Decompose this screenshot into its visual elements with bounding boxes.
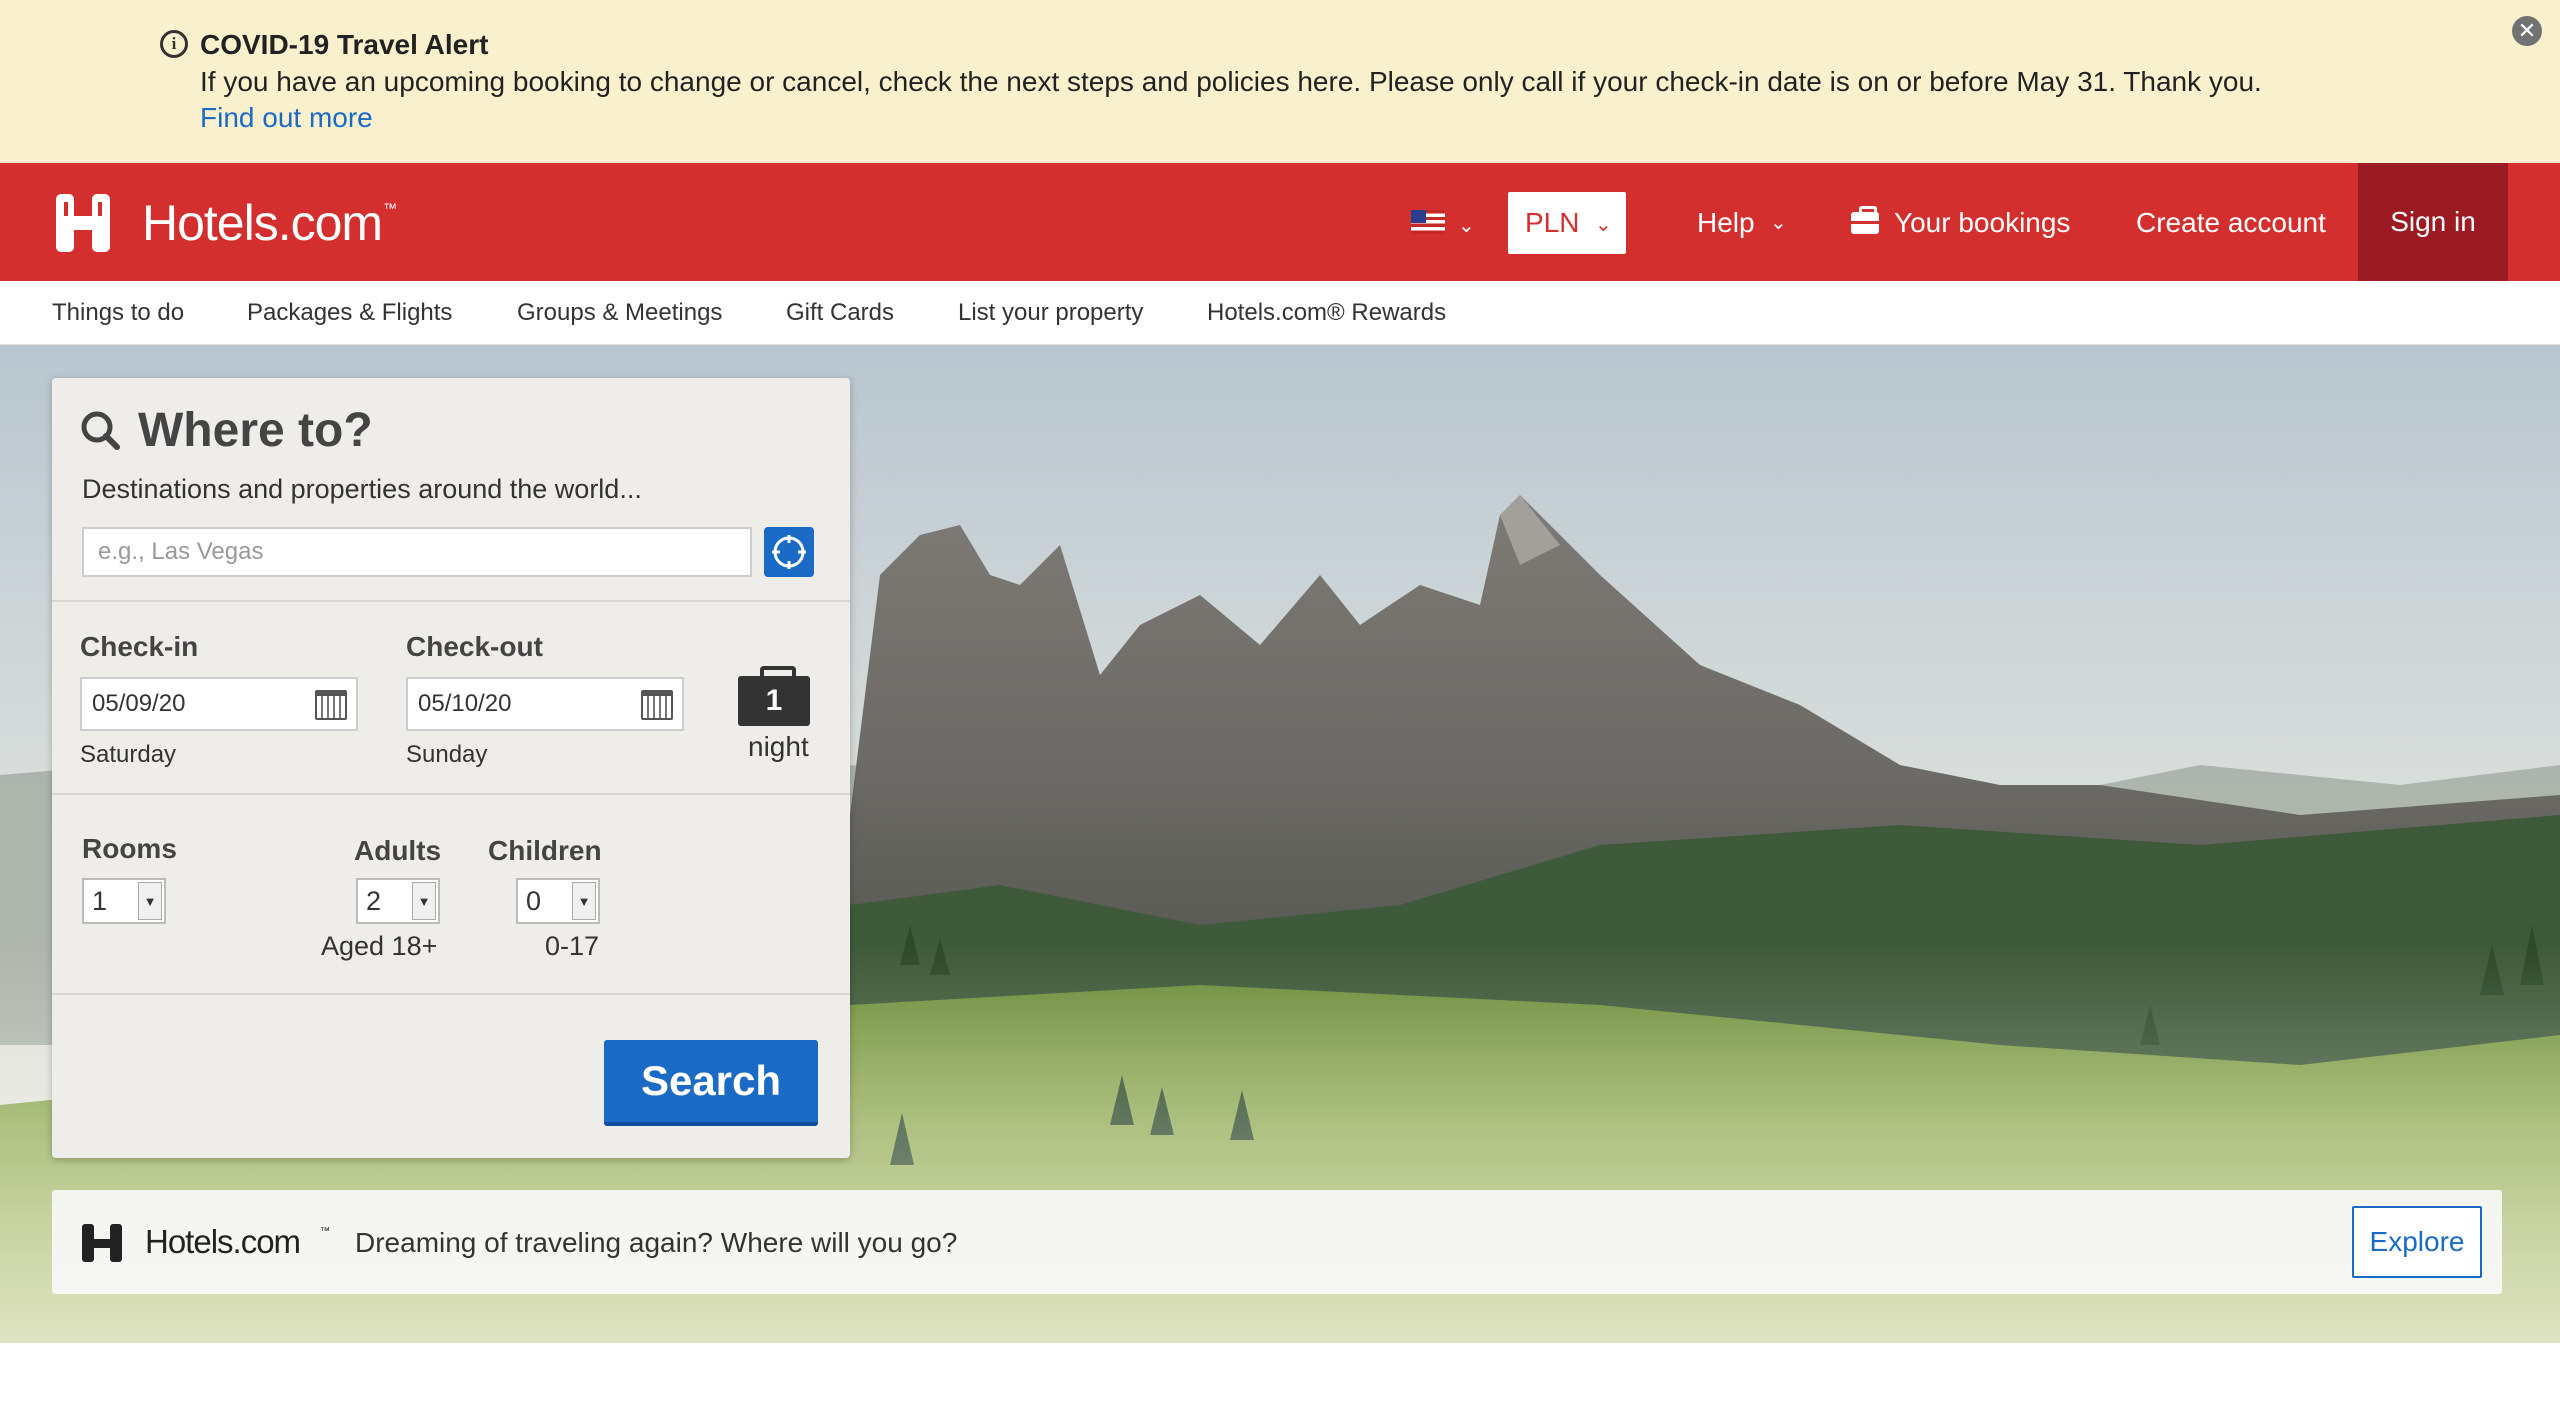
- briefcase-icon[interactable]: [1851, 206, 1879, 234]
- promo-logo-trademark: ™: [320, 1226, 330, 1237]
- explore-button[interactable]: Explore: [2352, 1206, 2482, 1278]
- page-root: i COVID-19 Travel Alert If you have an u…: [0, 0, 2560, 1406]
- checkin-value: 05/09/20: [92, 690, 186, 717]
- currency-selector[interactable]: PLN ⌄: [1508, 192, 1626, 254]
- adults-value: 2: [366, 885, 382, 916]
- children-note: 0-17: [545, 931, 600, 961]
- adults-select[interactable]: 2 ▼: [356, 878, 440, 924]
- panel-divider: [52, 993, 850, 995]
- currency-label: PLN: [1525, 207, 1580, 238]
- us-flag-icon[interactable]: [1411, 210, 1445, 234]
- search-button[interactable]: Search: [604, 1040, 818, 1126]
- checkout-day: Sunday: [406, 741, 488, 768]
- info-icon: i: [160, 30, 188, 58]
- nav-list-property[interactable]: List your property: [958, 299, 1143, 327]
- covid-alert-banner: i COVID-19 Travel Alert If you have an u…: [0, 0, 2560, 163]
- nav-packages-flights[interactable]: Packages & Flights: [247, 299, 452, 327]
- chevron-down-icon[interactable]: ▼: [412, 882, 436, 920]
- adults-note: Aged 18+: [321, 931, 438, 961]
- chevron-down-icon[interactable]: ⌄: [1770, 210, 1787, 235]
- locate-icon[interactable]: [764, 527, 814, 577]
- checkout-value: 05/10/20: [418, 690, 512, 717]
- close-icon[interactable]: ✕: [2512, 16, 2542, 46]
- chevron-down-icon[interactable]: ▼: [138, 882, 162, 920]
- nights-count: 1: [765, 684, 783, 717]
- chevron-down-icon: ⌄: [1595, 214, 1612, 236]
- destination-input[interactable]: [82, 527, 752, 577]
- calendar-icon[interactable]: [641, 690, 673, 720]
- find-out-more-link[interactable]: Find out more: [200, 102, 373, 134]
- checkout-label: Check-out: [406, 631, 543, 662]
- children-label: Children: [488, 835, 602, 866]
- suitcase-icon: 1: [738, 666, 810, 726]
- site-logo-text[interactable]: Hotels.com: [142, 194, 383, 252]
- create-account-link[interactable]: Create account: [2136, 207, 2326, 239]
- chevron-down-icon[interactable]: ▼: [572, 882, 596, 920]
- children-select[interactable]: 0 ▼: [516, 878, 600, 924]
- rooms-label: Rooms: [82, 833, 177, 864]
- checkin-day: Saturday: [80, 741, 177, 768]
- chevron-down-icon[interactable]: ⌄: [1458, 213, 1475, 238]
- alert-title: COVID-19 Travel Alert: [200, 29, 489, 60]
- sign-in-button[interactable]: Sign in: [2358, 163, 2508, 281]
- nav-things-to-do[interactable]: Things to do: [52, 299, 184, 327]
- hotels-logo-icon: [82, 1224, 122, 1262]
- nav-gift-cards[interactable]: Gift Cards: [786, 299, 894, 327]
- nav-rewards[interactable]: Hotels.com® Rewards: [1207, 299, 1446, 327]
- calendar-icon[interactable]: [315, 690, 347, 720]
- nights-label: night: [748, 731, 809, 762]
- rooms-select[interactable]: 1 ▼: [82, 878, 166, 924]
- promo-logo-text: Hotels.com: [145, 1223, 301, 1260]
- nav-groups-meetings[interactable]: Groups & Meetings: [517, 299, 722, 327]
- panel-divider: [52, 600, 850, 602]
- search-title: Where to?: [138, 404, 373, 457]
- checkin-label: Check-in: [80, 631, 199, 662]
- promo-message: Dreaming of traveling again? Where will …: [355, 1227, 958, 1258]
- search-icon: [81, 411, 120, 450]
- your-bookings-link[interactable]: Your bookings: [1894, 207, 2070, 239]
- alert-message: If you have an upcoming booking to chang…: [200, 66, 2262, 97]
- search-subtitle: Destinations and properties around the w…: [82, 474, 642, 504]
- help-menu[interactable]: Help: [1697, 207, 1755, 239]
- panel-divider: [52, 793, 850, 795]
- hotels-logo-icon[interactable]: [50, 190, 116, 256]
- rooms-value: 1: [92, 885, 108, 916]
- logo-trademark: ™: [383, 200, 397, 216]
- adults-label: Adults: [354, 835, 442, 866]
- children-value: 0: [526, 885, 542, 916]
